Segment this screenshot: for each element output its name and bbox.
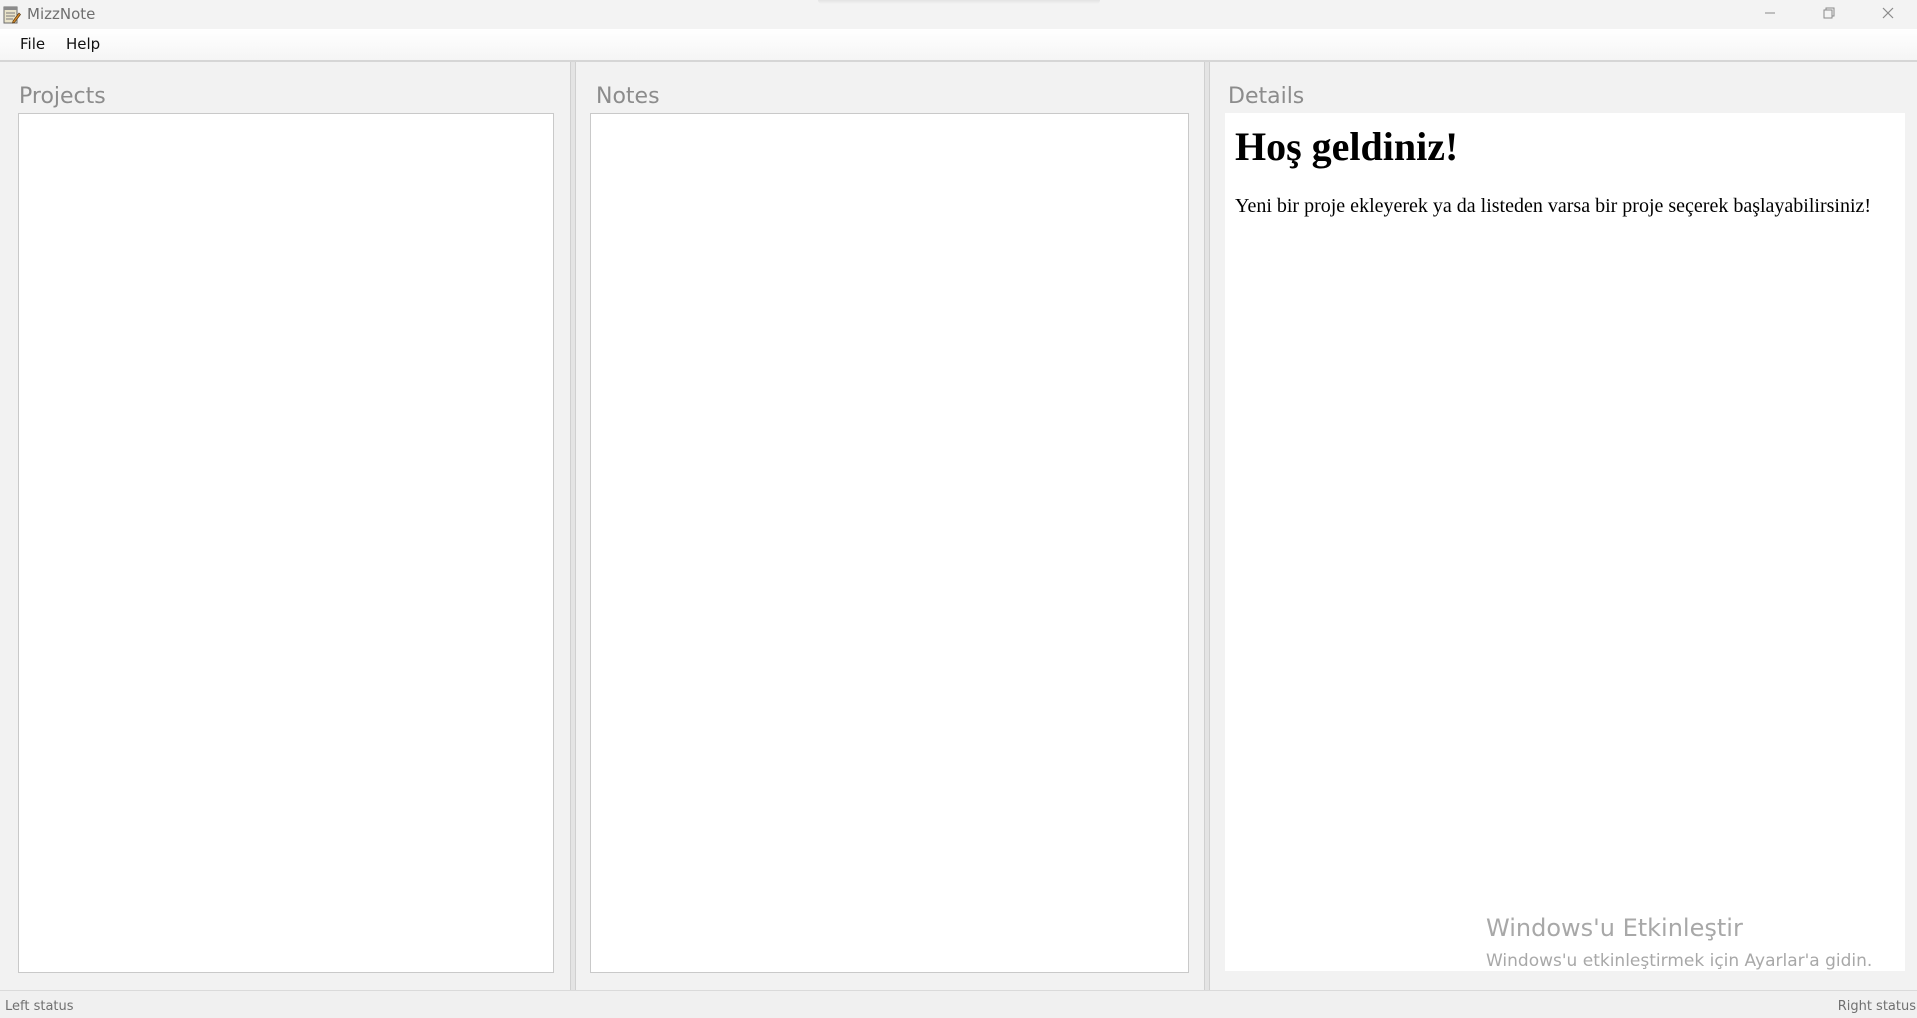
notepad-icon	[3, 5, 21, 24]
minimize-button[interactable]	[1740, 0, 1800, 29]
notes-panel: Notes	[576, 62, 1204, 990]
close-button[interactable]	[1858, 0, 1917, 29]
notes-list[interactable]	[590, 113, 1189, 973]
details-title: Details	[1228, 84, 1305, 109]
close-icon	[1882, 6, 1894, 24]
activation-watermark-subtitle: Windows'u etkinleştirmek için Ayarlar'a …	[1486, 951, 1873, 971]
notes-title: Notes	[596, 84, 660, 109]
projects-panel: Projects	[0, 62, 570, 990]
welcome-message: Yeni bir proje ekleyerek ya da listeden …	[1235, 195, 1872, 217]
menu-help[interactable]: Help	[66, 35, 100, 53]
welcome-heading: Hoş geldiniz!	[1235, 124, 1459, 169]
activation-watermark-title: Windows'u Etkinleştir	[1486, 914, 1743, 942]
minimize-icon	[1764, 6, 1776, 24]
status-bar: Left status Right status	[0, 990, 1917, 1018]
restore-button[interactable]	[1799, 0, 1859, 29]
details-view[interactable]: Hoş geldiniz! Yeni bir proje ekleyerek y…	[1225, 113, 1905, 971]
window-title: MizzNote	[27, 5, 96, 23]
menu-bar: File Help	[0, 29, 1917, 62]
left-status: Left status	[5, 999, 74, 1014]
projects-title: Projects	[19, 84, 106, 109]
projects-list[interactable]	[18, 113, 554, 973]
title-bar: MizzNote	[0, 0, 1917, 29]
menu-file[interactable]: File	[20, 35, 45, 53]
restore-icon	[1823, 6, 1835, 24]
top-edge-shadow	[818, 0, 1100, 4]
right-status: Right status	[1837, 999, 1916, 1014]
